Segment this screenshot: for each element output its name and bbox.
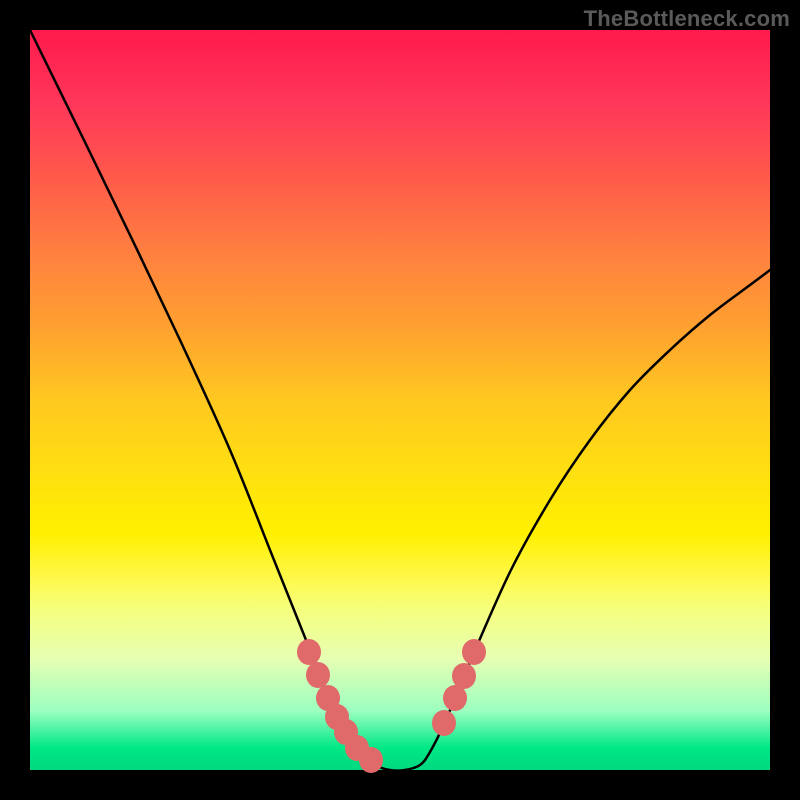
- curve-marker: [297, 639, 321, 665]
- curve-markers: [297, 639, 486, 773]
- plot-area: [30, 30, 770, 770]
- curve-marker: [452, 663, 476, 689]
- chart-frame: TheBottleneck.com: [0, 0, 800, 800]
- curve-marker: [306, 662, 330, 688]
- curve-marker: [462, 639, 486, 665]
- curve-marker: [432, 710, 456, 736]
- curve-marker: [359, 747, 383, 773]
- watermark-text: TheBottleneck.com: [584, 6, 790, 32]
- bottleneck-curve: [30, 30, 770, 771]
- curve-svg: [30, 30, 770, 770]
